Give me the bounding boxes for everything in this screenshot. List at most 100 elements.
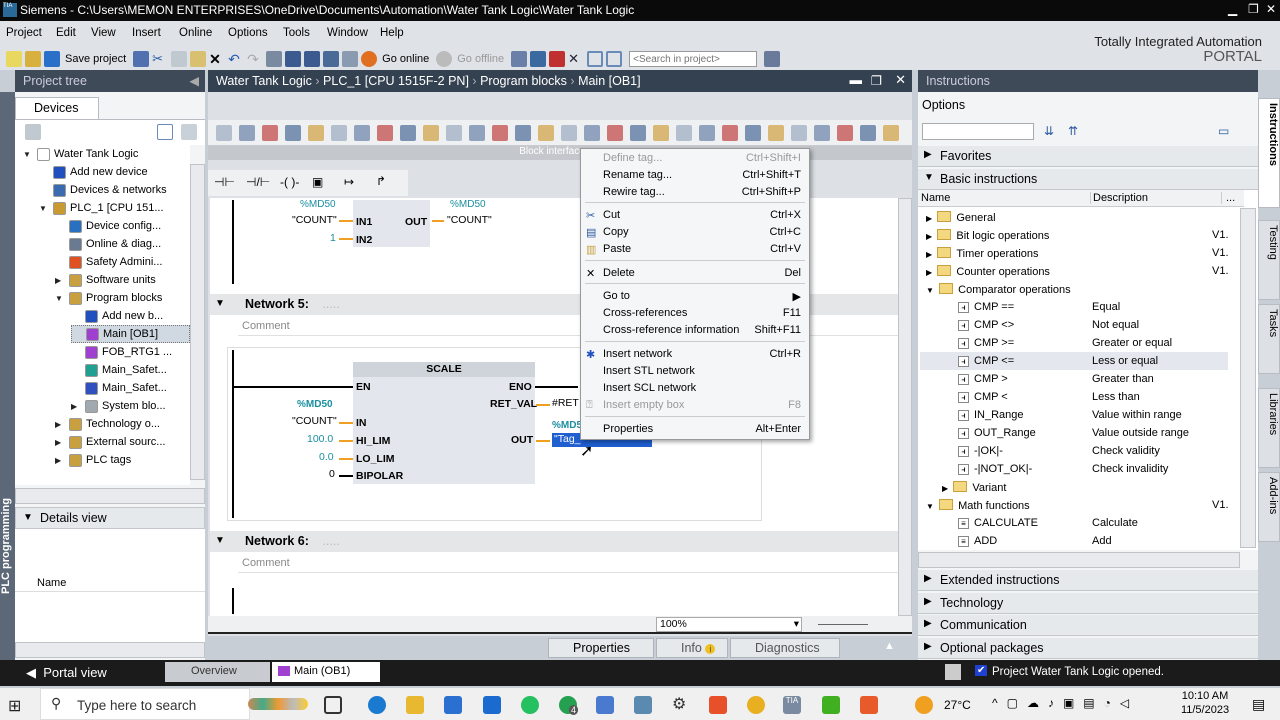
- stop-cpu-icon[interactable]: [549, 51, 566, 67]
- collapse-panel-icon[interactable]: ◀: [189, 73, 199, 88]
- instruction-search-input[interactable]: [922, 123, 1034, 140]
- redo-icon[interactable]: ↷: [247, 51, 263, 67]
- tree-item[interactable]: Devices & networks: [39, 181, 167, 199]
- tree-item[interactable]: Device config...: [55, 217, 161, 235]
- hi-lim-value[interactable]: 100.0: [307, 433, 333, 445]
- search-down-icon[interactable]: ⇊: [1044, 124, 1054, 138]
- editor-tool-icon[interactable]: [722, 125, 738, 141]
- breadcrumb-plc[interactable]: PLC_1 [CPU 1515F-2 PN]: [323, 74, 469, 88]
- close-editor-icon[interactable]: ✕: [895, 72, 906, 88]
- editor-tool-icon[interactable]: [860, 125, 876, 141]
- collapse-arrow-icon[interactable]: ▶: [926, 214, 934, 223]
- whatsapp-icon[interactable]: [521, 696, 539, 714]
- collapse-arrow-icon[interactable]: ▶: [55, 438, 65, 447]
- tree-horizontal-scrollbar[interactable]: [15, 488, 205, 504]
- instruction-row[interactable]: ⫞ CMP > Greater than: [920, 370, 1228, 388]
- file-explorer-icon[interactable]: [406, 696, 424, 714]
- context-menu-item[interactable]: Cross-references F11: [581, 306, 809, 323]
- paste-icon[interactable]: [190, 51, 207, 67]
- cut-icon[interactable]: ✂: [152, 51, 168, 67]
- tree-item[interactable]: FOB_RTG1 ...: [71, 343, 172, 361]
- settings-gear-icon[interactable]: ⚙: [672, 694, 690, 713]
- save-icon[interactable]: [44, 51, 60, 67]
- details-horizontal-scrollbar[interactable]: [15, 642, 205, 658]
- instruction-row[interactable]: ⫞ CMP < Less than: [920, 388, 1228, 406]
- windows-start-icon[interactable]: ⊞: [8, 696, 21, 716]
- instruction-row[interactable]: ⫞ CMP >= Greater or equal: [920, 334, 1228, 352]
- camtasia-green-icon[interactable]: [822, 696, 840, 714]
- tree-item[interactable]: ▼ PLC_1 [CPU 151...: [39, 199, 164, 217]
- column-description[interactable]: Description: [1090, 192, 1148, 204]
- instructions-horizontal-scrollbar[interactable]: [918, 552, 1240, 568]
- devices-tab[interactable]: Devices: [15, 97, 99, 119]
- tree-vertical-scrollbar[interactable]: [190, 164, 205, 480]
- expand-arrow-icon[interactable]: ▼: [926, 502, 936, 511]
- portal-view-button[interactable]: ◀ Portal view: [26, 665, 107, 681]
- context-menu-item[interactable]: ✂ Cut Ctrl+X: [581, 208, 809, 225]
- instruction-row[interactable]: ▶ General: [920, 208, 1228, 226]
- runtime-icon[interactable]: [342, 51, 359, 67]
- search-up-icon[interactable]: ⇈: [1068, 124, 1078, 138]
- breadcrumb-main-ob1[interactable]: Main [OB1]: [578, 74, 641, 88]
- in-tag[interactable]: "COUNT": [292, 415, 337, 427]
- upload-icon[interactable]: [304, 51, 321, 67]
- context-menu-item[interactable]: Insert STL network: [581, 364, 809, 381]
- editor-tool-icon[interactable]: [561, 125, 577, 141]
- accessible-devices-icon[interactable]: [511, 51, 528, 67]
- editor-tool-icon[interactable]: [331, 125, 347, 141]
- close-branch-icon[interactable]: ↱: [376, 174, 386, 188]
- compile-icon[interactable]: [266, 51, 283, 67]
- editor-tool-icon[interactable]: [446, 125, 462, 141]
- editor-tool-icon[interactable]: [492, 125, 508, 141]
- log-icon[interactable]: [945, 664, 961, 680]
- instruction-row[interactable]: ⫞ CMP <= Less or equal: [920, 352, 1228, 370]
- editor-tool-icon[interactable]: [745, 125, 761, 141]
- extended-instructions-section[interactable]: ▶ Extended instructions: [918, 570, 1258, 591]
- scale-box[interactable]: [353, 362, 535, 484]
- instruction-row[interactable]: ⫞ CMP <> Not equal: [920, 316, 1228, 334]
- context-menu-item[interactable]: Define tag... Ctrl+Shift+I: [581, 151, 809, 168]
- context-menu-item[interactable]: ⍰ Insert empty box F8: [581, 398, 809, 415]
- column-more[interactable]: ...: [1221, 192, 1235, 204]
- taskbar-search[interactable]: ⚲ Type here to search: [40, 688, 250, 720]
- menu-window[interactable]: Window: [327, 27, 368, 39]
- close-button[interactable]: ✕: [1266, 2, 1276, 16]
- editor-tool-icon[interactable]: [653, 125, 669, 141]
- communication-section[interactable]: ▶ Communication: [918, 615, 1258, 636]
- editor-tool-icon[interactable]: [768, 125, 784, 141]
- table-view-icon[interactable]: [157, 124, 173, 140]
- context-menu-item[interactable]: Rename tag... Ctrl+Shift+T: [581, 168, 809, 185]
- split-vertical-icon[interactable]: [606, 51, 623, 67]
- go-offline-button[interactable]: Go offline: [457, 53, 504, 65]
- app-icon[interactable]: [596, 696, 614, 714]
- editor-tool-icon[interactable]: [285, 125, 301, 141]
- properties-tab[interactable]: Properties: [548, 638, 654, 658]
- menu-view[interactable]: View: [91, 27, 116, 39]
- delete-icon[interactable]: ✕: [209, 51, 225, 67]
- lo-lim-value[interactable]: 0.0: [319, 451, 334, 463]
- collapse-arrow-icon[interactable]: ▶: [55, 456, 65, 465]
- context-menu-item[interactable]: ▤ Copy Ctrl+C: [581, 225, 809, 242]
- system-tray-icons[interactable]: ^▢☁♪▣▤◔◁: [992, 696, 1138, 710]
- diagnostics-tab[interactable]: Diagnostics: [730, 638, 840, 658]
- instruction-row[interactable]: ⫞ -|OK|- Check validity: [920, 442, 1228, 460]
- instruction-row[interactable]: ⫞ -|NOT_OK|- Check invalidity: [920, 460, 1228, 478]
- editor-tool-icon[interactable]: [584, 125, 600, 141]
- side-tab-add-ins[interactable]: Add-ins: [1258, 472, 1280, 542]
- tree-item[interactable]: Main_Safet...: [71, 379, 167, 397]
- context-menu-item[interactable]: Go to ▶: [581, 289, 809, 306]
- edge-icon[interactable]: [368, 696, 386, 714]
- optional-packages-section[interactable]: ▶ Optional packages: [918, 638, 1258, 659]
- tree-item[interactable]: Add new device: [39, 163, 148, 181]
- info-tab[interactable]: Info i: [656, 638, 728, 658]
- tree-item[interactable]: ▶ Technology o...: [55, 415, 160, 433]
- instruction-row[interactable]: ⫞ CMP == Equal: [920, 298, 1228, 316]
- menu-tools[interactable]: Tools: [283, 27, 310, 39]
- anydesk-icon[interactable]: [709, 696, 727, 714]
- instructions-vertical-scrollbar[interactable]: [1240, 208, 1256, 548]
- side-tab-libraries[interactable]: Libraries: [1258, 388, 1280, 468]
- context-menu-item[interactable]: ▥ Paste Ctrl+V: [581, 242, 809, 259]
- breadcrumb-program-blocks[interactable]: Program blocks: [480, 74, 567, 88]
- start-cpu-icon[interactable]: [530, 51, 547, 67]
- breadcrumb-project[interactable]: Water Tank Logic: [216, 74, 312, 88]
